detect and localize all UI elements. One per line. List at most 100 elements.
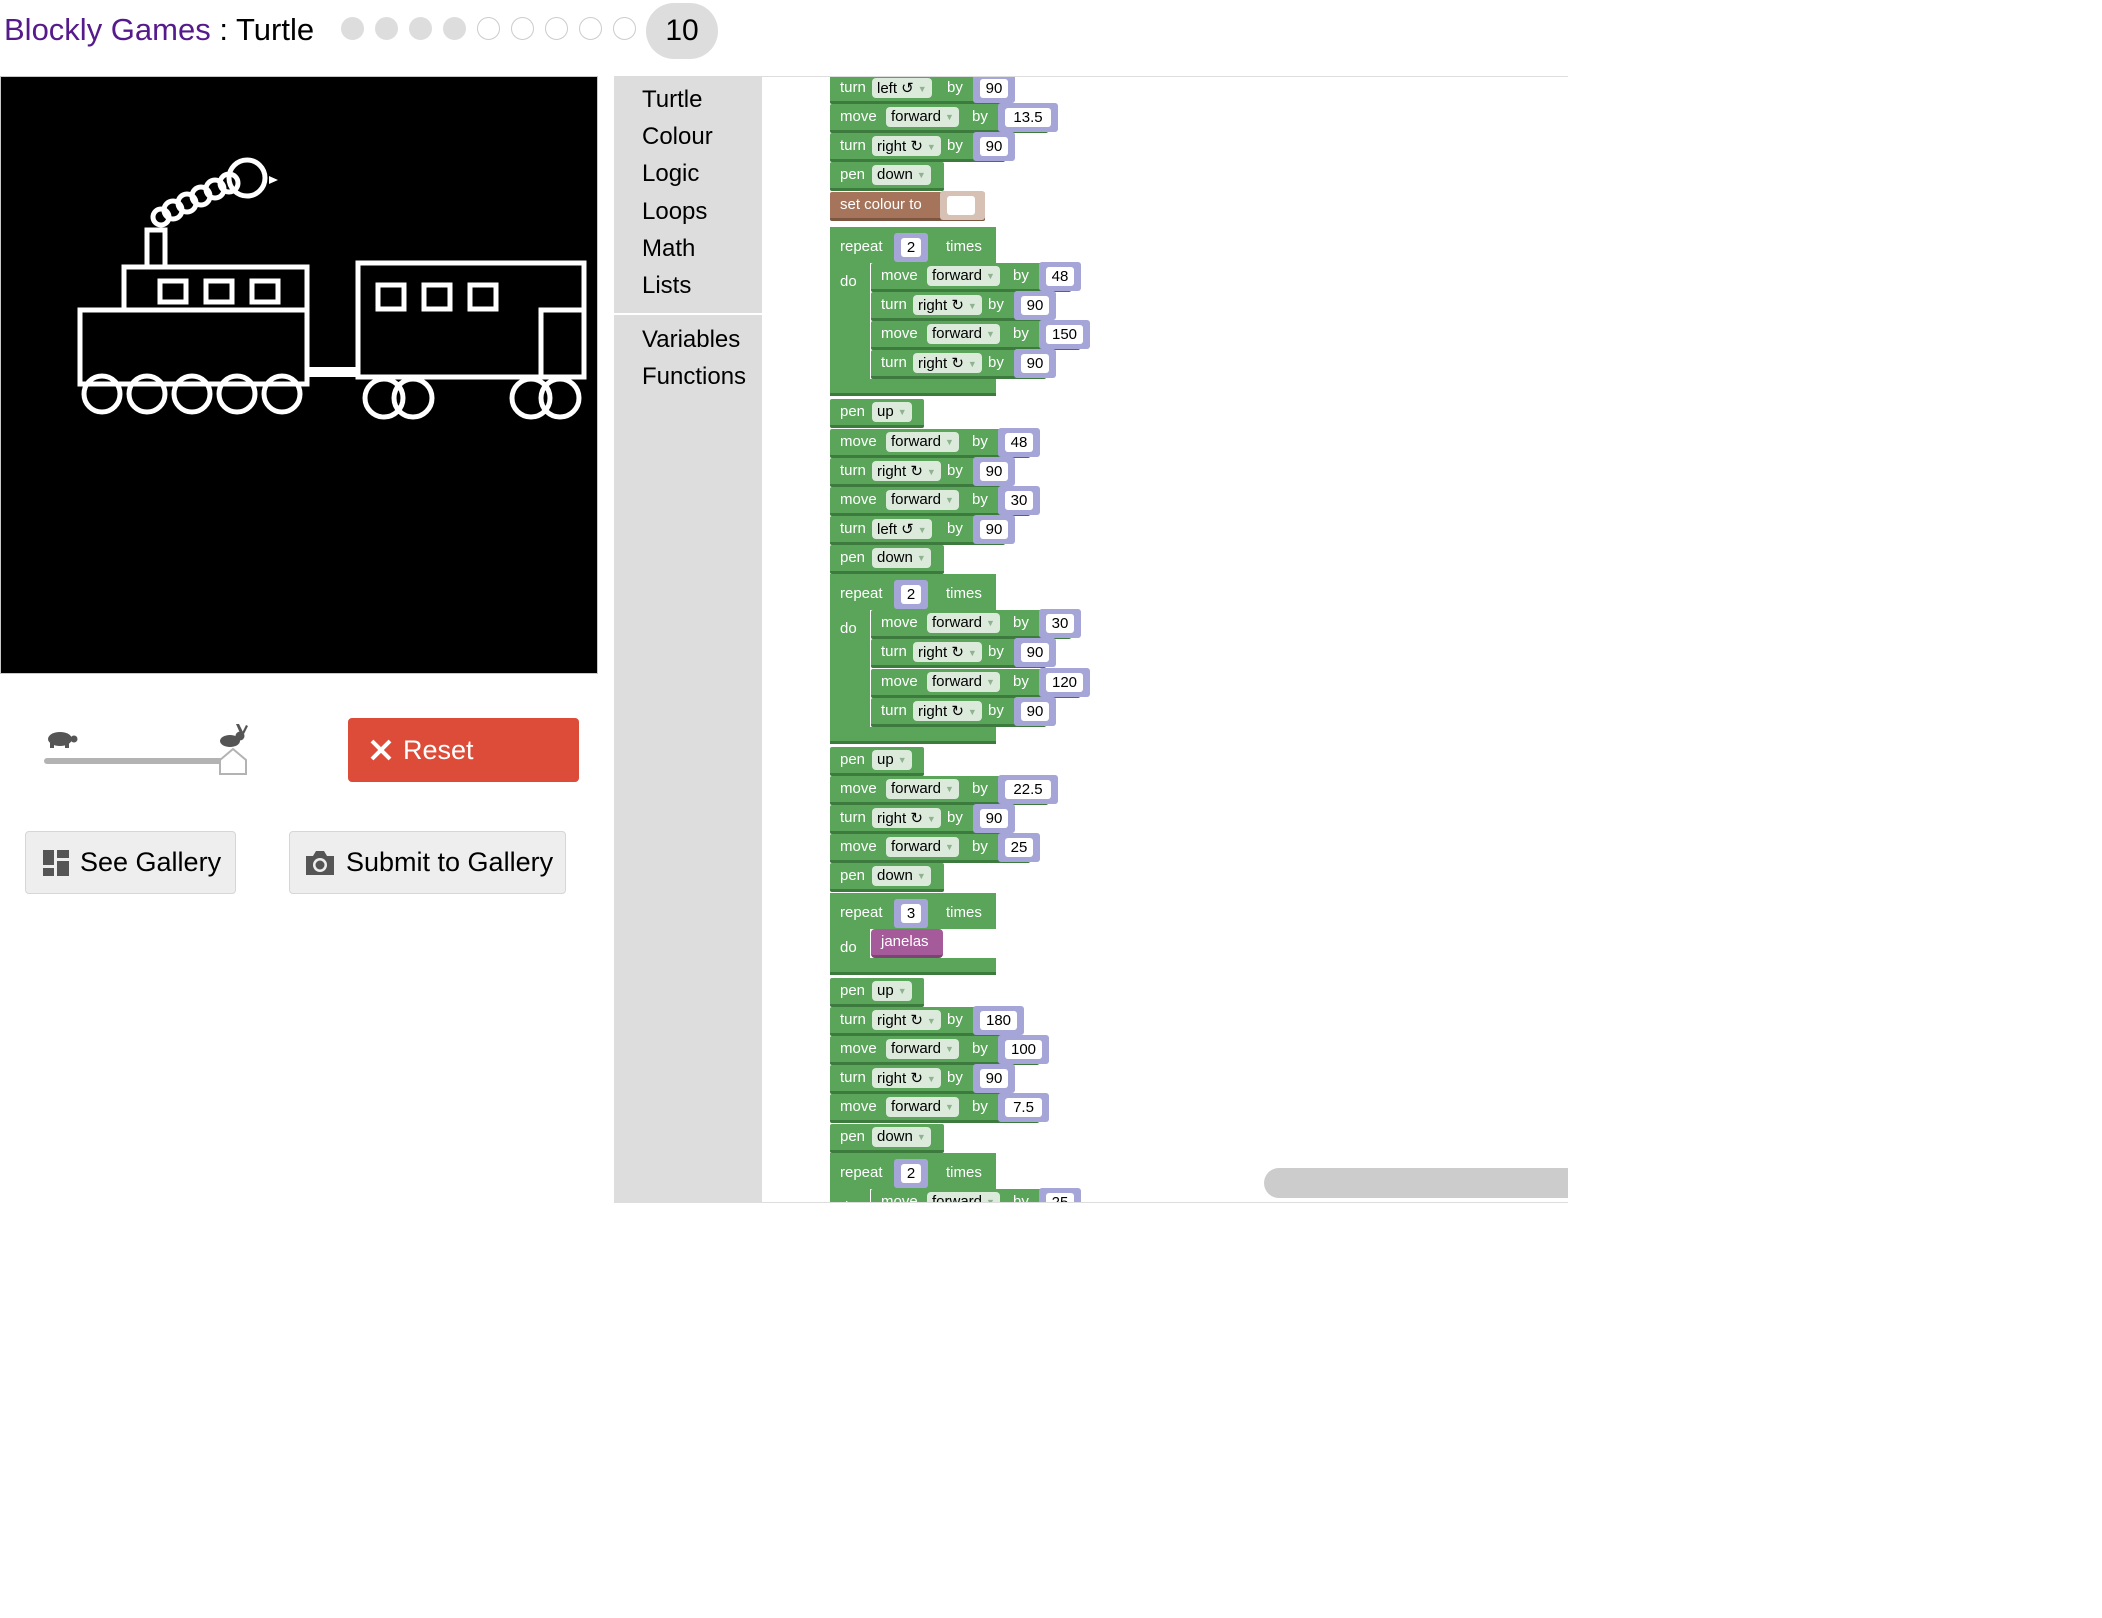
blockly-games-link[interactable]: Blockly Games: [4, 12, 211, 47]
toolbox-category-colour[interactable]: Colour: [642, 123, 713, 151]
move-amount-input[interactable]: 30: [1046, 614, 1074, 634]
move-block[interactable]: move forward ▼ by 150: [871, 320, 1090, 351]
pen-state-dropdown[interactable]: up ▼: [872, 402, 912, 423]
move-direction-dropdown[interactable]: forward ▼: [927, 613, 1000, 634]
level-dot-8[interactable]: [579, 17, 602, 40]
level-dot-2[interactable]: [375, 17, 398, 40]
turn-direction-dropdown[interactable]: left ↺ ▼: [872, 518, 932, 539]
turn-direction-dropdown[interactable]: right ↻ ▼: [872, 1009, 941, 1030]
horizontal-scrollbar[interactable]: [1264, 1168, 1568, 1198]
turn-amount-input[interactable]: 90: [980, 809, 1008, 829]
pen-block[interactable]: pen down ▼: [830, 545, 944, 575]
repeat-count-input[interactable]: 3: [901, 903, 921, 923]
move-block[interactable]: move forward ▼ by 48: [871, 261, 1081, 292]
turn-amount-input[interactable]: 90: [980, 137, 1008, 157]
speed-slider[interactable]: [40, 722, 260, 782]
repeat-count-input[interactable]: 2: [901, 237, 921, 257]
turn-block[interactable]: turn right ↻ ▼ by 90: [871, 349, 1056, 380]
toolbox-category-turtle[interactable]: Turtle: [642, 86, 702, 114]
turn-amount-input[interactable]: 90: [1021, 295, 1049, 315]
move-block[interactable]: move forward ▼ by 30: [830, 485, 1040, 516]
turn-block[interactable]: turn right ↻ ▼ by 90: [871, 696, 1056, 727]
move-amount-input[interactable]: 120: [1046, 672, 1083, 692]
move-direction-dropdown[interactable]: forward ▼: [927, 324, 1000, 345]
move-block[interactable]: move forward ▼ by 100: [830, 1035, 1049, 1066]
see-gallery-button[interactable]: See Gallery: [25, 831, 236, 894]
turn-direction-dropdown[interactable]: right ↻ ▼: [913, 294, 982, 315]
repeat-count-input[interactable]: 2: [901, 585, 921, 605]
submit-to-gallery-button[interactable]: Submit to Gallery: [289, 831, 566, 894]
move-direction-dropdown[interactable]: forward ▼: [886, 779, 959, 799]
level-dot-9[interactable]: [613, 17, 636, 40]
level-dot-5[interactable]: [477, 17, 500, 40]
turn-block[interactable]: turn right ↻ ▼ by 90: [871, 290, 1056, 321]
turn-block[interactable]: turn right ↻ ▼ by 90: [830, 1064, 1015, 1095]
move-amount-input[interactable]: 7.5: [1005, 1098, 1042, 1118]
pen-state-dropdown[interactable]: down ▼: [872, 548, 931, 569]
move-direction-dropdown[interactable]: forward ▼: [886, 107, 959, 128]
level-dot-1[interactable]: [341, 17, 364, 40]
turn-direction-dropdown[interactable]: right ↻ ▼: [872, 460, 941, 481]
turn-direction-dropdown[interactable]: right ↻ ▼: [913, 700, 982, 721]
move-amount-input[interactable]: 25: [1005, 838, 1033, 858]
toolbox-category-lists[interactable]: Lists: [642, 272, 691, 300]
move-direction-dropdown[interactable]: forward ▼: [886, 489, 959, 510]
move-block[interactable]: move forward ▼ by 25: [871, 1187, 1081, 1203]
move-direction-dropdown[interactable]: forward ▼: [886, 1097, 959, 1118]
pen-state-dropdown[interactable]: down ▼: [872, 866, 931, 887]
pen-state-dropdown[interactable]: down ▼: [872, 165, 931, 186]
blocks-workspace[interactable]: turn left ↺ ▼ by 90 move forward ▼ by 13.5 turn rig…: [762, 77, 1568, 1203]
pen-state-dropdown[interactable]: up ▼: [872, 749, 912, 770]
move-direction-dropdown[interactable]: forward ▼: [886, 837, 959, 858]
toolbox-category-math[interactable]: Math: [642, 235, 695, 263]
turn-block[interactable]: turn right ↻ ▼ by 180: [830, 1005, 1024, 1036]
toolbox-category-functions[interactable]: Functions: [642, 363, 746, 391]
turn-amount-input[interactable]: 90: [1021, 701, 1049, 721]
toolbox-category-logic[interactable]: Logic: [642, 160, 699, 188]
level-dot-3[interactable]: [409, 17, 432, 40]
turn-block[interactable]: turn left ↺ ▼ by 90: [830, 77, 1015, 104]
turn-amount-input[interactable]: 90: [980, 461, 1008, 481]
pen-state-dropdown[interactable]: up ▼: [872, 980, 912, 1001]
turn-amount-input[interactable]: 90: [980, 519, 1008, 539]
pen-block[interactable]: pen up ▼: [830, 746, 924, 776]
pen-block[interactable]: pen up ▼: [830, 399, 924, 429]
level-dot-7[interactable]: [545, 17, 568, 40]
move-direction-dropdown[interactable]: forward ▼: [927, 265, 1000, 286]
move-amount-input[interactable]: 150: [1046, 325, 1083, 345]
pen-block[interactable]: pen down ▼: [830, 863, 944, 893]
turn-direction-dropdown[interactable]: right ↻ ▼: [913, 642, 982, 663]
turn-amount-input[interactable]: 90: [980, 1069, 1008, 1089]
turn-direction-dropdown[interactable]: right ↻ ▼: [872, 136, 941, 157]
move-amount-input[interactable]: 22.5: [1005, 780, 1051, 799]
turn-block[interactable]: turn right ↻ ▼ by 90: [871, 638, 1056, 669]
move-amount-input[interactable]: 48: [1046, 266, 1074, 286]
turn-direction-dropdown[interactable]: left ↺ ▼: [872, 78, 932, 98]
function-call-block[interactable]: janelas: [871, 928, 943, 958]
turn-amount-input[interactable]: 90: [1021, 643, 1049, 663]
turn-block[interactable]: turn right ↻ ▼ by 90: [830, 456, 1015, 487]
move-direction-dropdown[interactable]: forward ▼: [927, 671, 1000, 692]
level-dot-4[interactable]: [443, 17, 466, 40]
move-direction-dropdown[interactable]: forward ▼: [886, 431, 959, 452]
move-block[interactable]: move forward ▼ by 120: [871, 667, 1090, 698]
move-block[interactable]: move forward ▼ by 7.5: [830, 1093, 1049, 1124]
turn-amount-input[interactable]: 90: [1021, 354, 1049, 374]
pen-block[interactable]: pen up ▼: [830, 977, 924, 1007]
pen-block[interactable]: pen down ▼: [830, 162, 944, 192]
speed-slider-track[interactable]: [44, 758, 240, 764]
level-dot-6[interactable]: [511, 17, 534, 40]
pen-block[interactable]: pen down ▼: [830, 1123, 944, 1153]
move-block[interactable]: move forward ▼ by 30: [871, 609, 1081, 640]
move-block[interactable]: move forward ▼ by 25: [830, 833, 1040, 864]
turn-block[interactable]: turn right ↻ ▼ by 90: [830, 804, 1015, 835]
move-amount-input[interactable]: 30: [1005, 490, 1033, 510]
set-colour-block[interactable]: set colour to: [830, 190, 985, 221]
move-amount-input[interactable]: 13.5: [1005, 108, 1051, 128]
move-direction-dropdown[interactable]: forward ▼: [886, 1039, 959, 1060]
move-amount-input[interactable]: 100: [1005, 1040, 1042, 1060]
move-block[interactable]: move forward ▼ by 22.5: [830, 775, 1058, 805]
turn-direction-dropdown[interactable]: right ↻ ▼: [872, 808, 941, 829]
repeat-count-input[interactable]: 2: [901, 1163, 921, 1183]
turn-direction-dropdown[interactable]: right ↻ ▼: [913, 353, 982, 374]
